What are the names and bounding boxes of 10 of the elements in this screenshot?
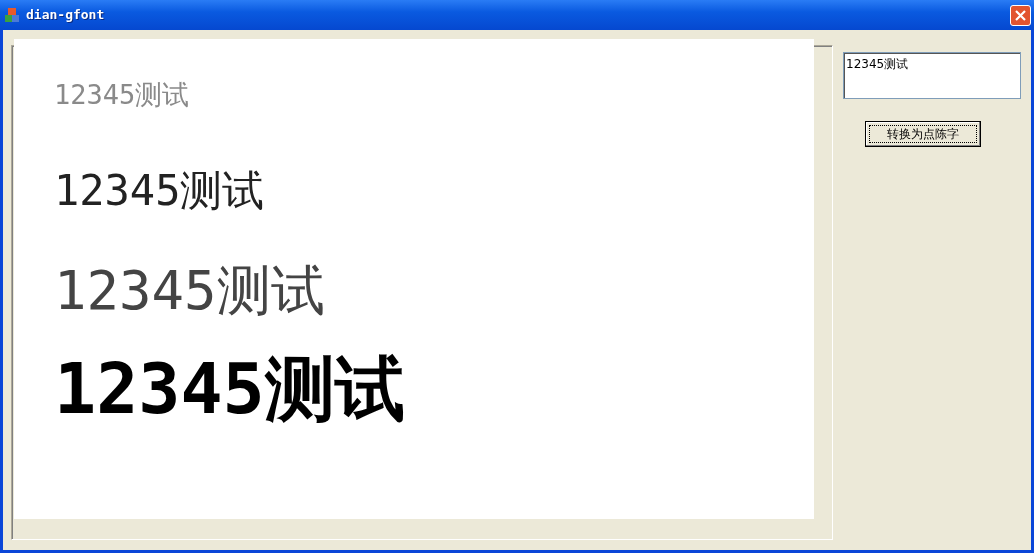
convert-button[interactable]: 转换为点陈字 xyxy=(865,121,981,147)
close-button[interactable] xyxy=(1010,4,1031,26)
window-title: dian-gfont xyxy=(26,6,105,25)
app-icon xyxy=(4,7,20,23)
close-icon xyxy=(1015,9,1026,21)
dot-matrix-text: 12345测试 xyxy=(54,81,190,108)
text-input-field[interactable]: 12345测试 xyxy=(843,52,1021,99)
dot-matrix-text: 12345测试 xyxy=(54,354,405,424)
dot-matrix-text: 12345测试 xyxy=(54,264,325,318)
dot-matrix-text: 12345测试 xyxy=(54,170,265,212)
